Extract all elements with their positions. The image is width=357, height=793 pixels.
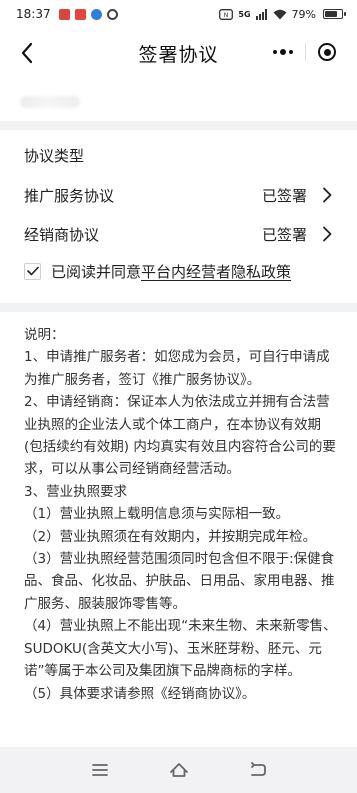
more-button[interactable] [261, 36, 305, 68]
agreement-status: 已签署 [261, 186, 307, 205]
back-button[interactable] [12, 38, 42, 68]
notes-item: （1）营业执照上载明信息须与实际相一致。 [24, 506, 290, 523]
status-bar-right: N 5G 79% [219, 7, 346, 21]
status-time: 18:37 [16, 7, 51, 21]
more-dots-icon [272, 49, 293, 55]
notes-section: 说明： 1、申请推广服务者：如您成为会员，可自行申请成为推广服务者，签订《推广服… [24, 324, 337, 705]
section-divider [0, 303, 357, 312]
target-icon [318, 43, 337, 61]
network-badge: 5G [238, 9, 251, 19]
signal-icon [255, 8, 267, 20]
nav-bar: 签署协议 [0, 28, 357, 78]
checkmark-icon [26, 266, 39, 276]
notes-heading: 说明： [24, 327, 65, 343]
agreement-label: 经销商协议 [24, 225, 100, 244]
system-nav-bar [0, 747, 357, 793]
menu-lines-icon [91, 764, 108, 776]
consent-row: 已阅读并同意 平台内经营者隐私政策 [24, 259, 291, 283]
close-button[interactable] [306, 36, 350, 68]
agreement-section-title: 协议类型 [24, 147, 85, 165]
notes-item: 3、营业执照要求 [24, 483, 128, 500]
privacy-policy-link[interactable]: 平台内经营者隐私政策 [141, 261, 291, 282]
home-icon [169, 763, 188, 777]
battery-fill [325, 11, 337, 17]
notes-item: （5）具体要求请参照《经销商协议》。 [24, 685, 256, 702]
leaf-app-icon [106, 8, 118, 20]
notes-item: （2）营业执照须在有效期内，并按期完成年检。 [24, 528, 317, 545]
nfc-icon: N [219, 8, 234, 20]
system-back-icon [250, 762, 266, 776]
home-button[interactable] [159, 755, 199, 785]
system-back-button[interactable] [238, 755, 278, 785]
page-title: 签署协议 [138, 43, 219, 66]
blurred-user-name [20, 96, 80, 108]
red-app-icon [58, 8, 70, 20]
notes-item: 1、申请推广服务者：如您成为会员，可自行申请成为推广服务者，签订《推广服务协议》… [24, 349, 330, 388]
chevron-left-icon [21, 42, 33, 64]
section-divider [0, 121, 357, 130]
chevron-right-icon [323, 187, 332, 203]
status-bar-left: 18:37 [16, 7, 118, 21]
consent-checkbox[interactable] [24, 262, 41, 280]
agreement-status: 已签署 [261, 225, 307, 244]
wifi-icon [273, 9, 287, 19]
agreement-label: 推广服务协议 [24, 186, 115, 205]
agreement-row-dealer[interactable]: 经销商协议 已签署 [0, 219, 357, 249]
status-bar: 18:37 N 5G 79% [0, 0, 357, 28]
recent-apps-button[interactable] [80, 755, 120, 785]
consent-text: 已阅读并同意 [51, 262, 142, 281]
blue-app-icon [90, 8, 102, 20]
agreement-row-promotion[interactable]: 推广服务协议 已签署 [0, 180, 357, 210]
battery-icon [323, 9, 346, 19]
red-app-icon-2 [74, 8, 86, 20]
chevron-right-icon [323, 226, 332, 242]
notes-item: （3）营业执照经营范围须同时包含但不限于:保健食品、食品、化妆品、护肤品、日用品… [24, 551, 335, 612]
svg-text:N: N [224, 12, 229, 19]
notes-item: 2、申请经销商：保证本人为依法成立并拥有合法营业执照的企业法人或个体工商户，在本… [24, 394, 336, 478]
battery-percent: 79% [291, 7, 316, 21]
notes-item: （4）营业执照上不能出现“未来生物、未来新零售、SUDOKU(含英文大小写)、玉… [24, 618, 337, 680]
mini-program-capsule [261, 36, 349, 68]
